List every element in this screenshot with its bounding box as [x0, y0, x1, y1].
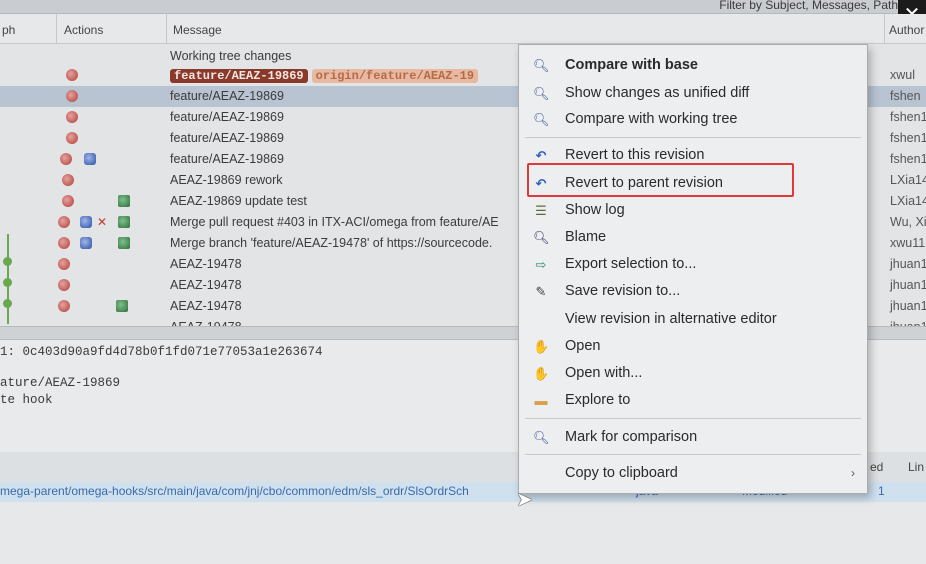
row-author: fshen — [890, 89, 921, 103]
commit-icon — [66, 132, 78, 144]
column-author[interactable]: Author — [889, 23, 924, 37]
row-message: feature/AEAZ-19869 origin/feature/AEAZ-19 — [170, 68, 479, 83]
file-icon — [118, 216, 130, 228]
merge-icon — [80, 216, 92, 228]
row-author: jhuan1 — [890, 299, 926, 313]
magnifier-icon: 🔍︎ — [533, 58, 550, 73]
row-message: feature/AEAZ-19869 — [170, 89, 284, 103]
commit-icon — [66, 69, 78, 81]
column-actions[interactable]: Actions — [64, 23, 103, 37]
menu-item-alternative-editor[interactable]: View revision in alternative editor — [519, 307, 867, 333]
log-icon: ☰ — [535, 203, 547, 218]
row-message: AEAZ-19869 update test — [170, 194, 307, 208]
file-path: mega-parent/omega-hooks/src/main/java/co… — [0, 484, 469, 498]
column-message[interactable]: Message — [173, 23, 222, 37]
column-added[interactable]: ed — [870, 460, 883, 474]
commit-icon — [58, 216, 70, 228]
context-menu: 🔍︎ Compare with base 🔍︎ Show changes as … — [518, 44, 868, 494]
menu-item-compare-working-tree[interactable]: 🔍︎ Compare with working tree — [519, 107, 867, 133]
menu-item-blame[interactable]: 🔍︎ Blame — [519, 225, 867, 251]
row-author: fshen1 — [890, 152, 926, 166]
row-message: AEAZ-19869 rework — [170, 173, 283, 187]
magnifier-icon: 🔍︎ — [533, 112, 550, 127]
commit-icon — [60, 153, 72, 165]
save-icon: ✎ — [535, 284, 547, 299]
highlight-annotation-box — [527, 163, 794, 197]
merge-icon — [84, 153, 96, 165]
row-author: fshen1 — [890, 110, 926, 124]
revert-icon: ↶ — [535, 148, 547, 163]
file-icon — [118, 237, 130, 249]
local-branch-tag: feature/AEAZ-19869 — [170, 69, 308, 83]
row-author: fshen1 — [890, 131, 926, 145]
menu-item-copy-to-clipboard[interactable]: Copy to clipboard › — [519, 461, 867, 487]
file-icon — [118, 195, 130, 207]
row-author: LXia14 — [890, 194, 926, 208]
row-message: AEAZ-19478 — [170, 257, 242, 271]
commit-message: te hook — [0, 393, 53, 407]
commit-icon — [66, 90, 78, 102]
row-author: xwu11 — [890, 236, 926, 250]
row-message: Merge branch 'feature/AEAZ-19478' of htt… — [170, 236, 493, 250]
row-author: jhuan1 — [890, 278, 926, 292]
menu-item-mark-for-comparison[interactable]: 🔍︎ Mark for comparison — [519, 425, 867, 451]
open-icon: ✋ — [533, 366, 550, 381]
column-graph[interactable]: ph — [2, 23, 15, 37]
menu-separator — [525, 137, 861, 138]
commit-icon — [58, 279, 70, 291]
menu-item-unified-diff[interactable]: 🔍︎ Show changes as unified diff — [519, 81, 867, 107]
remote-branch-tag: origin/feature/AEAZ-19 — [311, 69, 479, 83]
row-message: Working tree changes — [170, 49, 292, 63]
row-author: jhuan1 — [890, 257, 926, 271]
mouse-cursor-icon: ➤ — [516, 489, 533, 511]
menu-item-show-log[interactable]: ☰ Show log — [519, 198, 867, 224]
magnifier-icon: 🔍︎ — [533, 86, 550, 101]
commit-hash: 1: 0c403d90a9fd4d78b0f1fd071e77053a1e263… — [0, 345, 323, 359]
commit-icon — [66, 111, 78, 123]
log-grid-header: ph Actions Message Author — [0, 14, 926, 44]
row-message: feature/AEAZ-19869 — [170, 131, 284, 145]
row-message: AEAZ-19478 — [170, 278, 242, 292]
commit-branch: ature/AEAZ-19869 — [0, 376, 121, 390]
commit-icon — [58, 300, 70, 312]
menu-item-save-revision[interactable]: ✎ Save revision to... — [519, 279, 867, 305]
file-line-count: 1 — [878, 484, 885, 498]
row-message: Merge pull request #403 in ITX-ACI/omega… — [170, 215, 499, 229]
magnifier-icon: 🔍︎ — [533, 430, 550, 445]
file-icon — [116, 300, 128, 312]
menu-item-compare-with-base[interactable]: 🔍︎ Compare with base — [519, 53, 867, 79]
menu-item-explore-to[interactable]: ▬ Explore to — [519, 388, 867, 414]
commit-icon — [62, 174, 74, 186]
menu-item-open-with[interactable]: ✋ Open with... — [519, 361, 867, 387]
commit-icon — [58, 237, 70, 249]
row-author: Wu, Xi — [890, 215, 926, 229]
row-author: LXia14 — [890, 173, 926, 187]
top-toolbar-strip: Filter by Subject, Messages, Paths — [0, 0, 926, 14]
files-list-empty-area — [0, 502, 926, 564]
menu-separator — [525, 418, 861, 419]
filter-label: Filter by Subject, Messages, Paths — [719, 0, 904, 12]
column-lines[interactable]: Lin — [908, 460, 924, 474]
menu-item-open[interactable]: ✋ Open — [519, 334, 867, 360]
row-message: feature/AEAZ-19869 — [170, 152, 284, 166]
menu-item-export-selection[interactable]: ⇨ Export selection to... — [519, 252, 867, 278]
row-author: xwul — [890, 68, 916, 82]
export-icon: ⇨ — [535, 257, 547, 272]
delete-icon: ✕ — [97, 215, 108, 229]
open-icon: ✋ — [533, 339, 550, 354]
row-message: feature/AEAZ-19869 — [170, 110, 284, 124]
folder-icon: ▬ — [534, 393, 548, 408]
blame-icon: 🔍︎ — [533, 230, 550, 245]
commit-icon — [62, 195, 74, 207]
commit-icon — [58, 258, 70, 270]
menu-separator — [525, 454, 861, 455]
row-message: AEAZ-19478 — [170, 299, 242, 313]
submenu-arrow-icon: › — [851, 466, 855, 480]
merge-icon — [80, 237, 92, 249]
